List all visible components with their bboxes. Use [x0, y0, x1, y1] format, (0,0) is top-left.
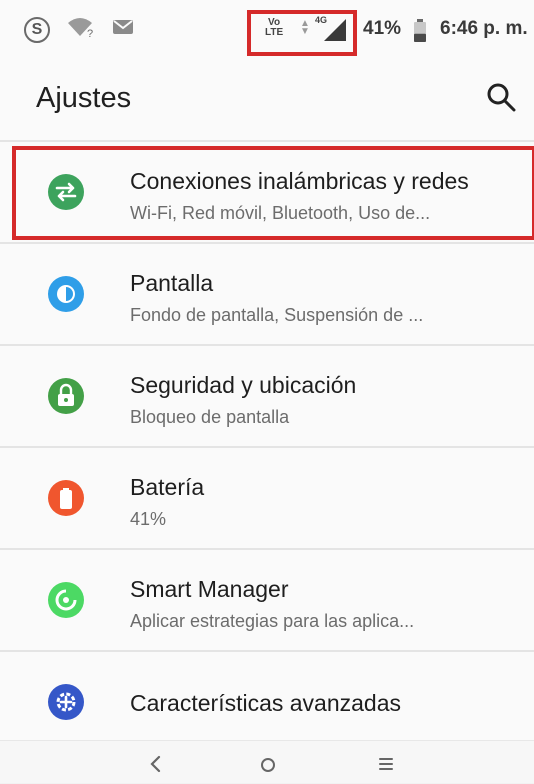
signal-icon	[322, 18, 348, 47]
settings-item-wireless-networks[interactable]: Conexiones inalámbricas y redes Wi-Fi, R…	[0, 140, 534, 242]
svg-text:?: ?	[87, 28, 93, 38]
search-icon	[487, 83, 516, 112]
settings-item-smart-manager[interactable]: Smart Manager Aplicar estrategias para l…	[0, 548, 534, 650]
data-arrows-icon: ▲ ▼	[300, 18, 310, 37]
settings-item-title: Pantalla	[130, 270, 214, 296]
page-title: Ajustes	[36, 82, 132, 114]
settings-item-title: Seguridad y ubicación	[130, 372, 357, 398]
lock-icon	[48, 378, 84, 414]
settings-item-subtitle: Aplicar estrategias para las aplica...	[130, 611, 415, 631]
smart-manager-icon	[48, 582, 84, 618]
volte-label-lte: LTE	[265, 27, 284, 38]
notification-icons: S ?	[24, 16, 134, 43]
settings-item-subtitle: Wi-Fi, Red móvil, Bluetooth, Uso de...	[130, 203, 431, 223]
home-icon	[261, 758, 275, 772]
back-button[interactable]	[136, 747, 176, 779]
settings-item-subtitle: Bloqueo de pantalla	[130, 407, 290, 427]
recents-icon	[379, 758, 393, 770]
settings-item-display[interactable]: Pantalla Fondo de pantalla, Suspensión d…	[0, 242, 534, 344]
display-icon	[48, 276, 84, 312]
search-button[interactable]	[484, 80, 520, 116]
home-button[interactable]	[248, 747, 288, 779]
battery-setting-icon	[48, 480, 84, 516]
recents-button[interactable]	[366, 747, 406, 779]
settings-item-title: Conexiones inalámbricas y redes	[130, 168, 469, 194]
volte-indicator: Vo LTE	[265, 18, 283, 38]
settings-item-title: Características avanzadas	[130, 690, 402, 716]
status-bar: S ? Vo LTE ▲ ▼ 4G 41% 6:46 p. m.	[0, 0, 534, 62]
navigation-bar	[0, 740, 534, 783]
settings-item-title: Batería	[130, 474, 205, 500]
s-app-icon: S	[24, 16, 50, 43]
advanced-features-icon	[48, 684, 84, 720]
wifi-question-icon: ?	[66, 16, 96, 43]
settings-list: Conexiones inalámbricas y redes Wi-Fi, R…	[0, 140, 534, 752]
back-icon	[150, 755, 161, 773]
message-icon	[112, 18, 134, 41]
clock: 6:46 p. m.	[440, 18, 528, 39]
settings-screen: S ? Vo LTE ▲ ▼ 4G 41% 6:46 p. m. Ajustes…	[0, 0, 534, 783]
wireless-networks-icon	[48, 174, 84, 210]
battery-percent: 41%	[363, 18, 402, 39]
settings-item-battery[interactable]: Batería 41%	[0, 446, 534, 548]
settings-item-title: Smart Manager	[130, 576, 289, 602]
settings-item-security[interactable]: Seguridad y ubicación Bloqueo de pantall…	[0, 344, 534, 446]
settings-item-subtitle: Fondo de pantalla, Suspensión de ...	[130, 305, 424, 325]
settings-item-subtitle: 41%	[130, 509, 167, 529]
app-bar: Ajustes	[0, 62, 534, 140]
settings-item-advanced-features[interactable]: Características avanzadas	[0, 650, 534, 752]
battery-icon	[413, 19, 427, 48]
